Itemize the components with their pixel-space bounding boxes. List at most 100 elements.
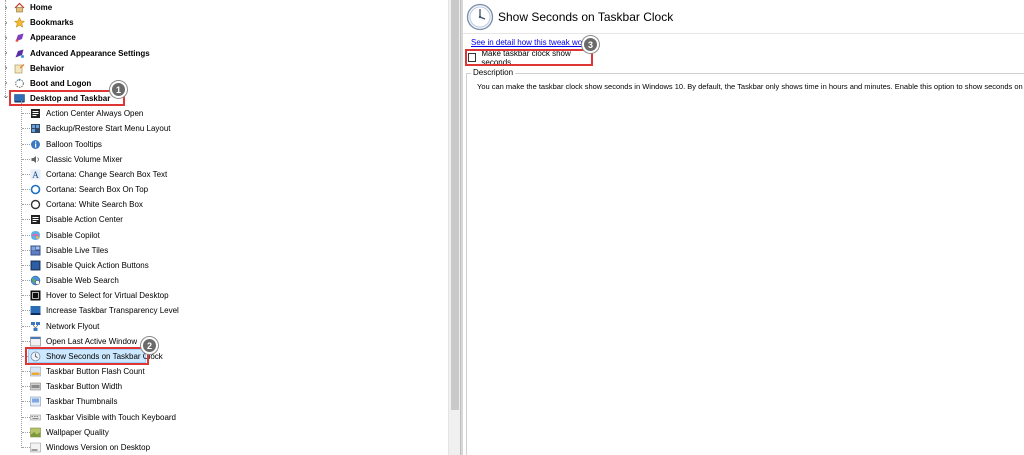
tree-branch [22, 431, 30, 433]
tree-item-disable-quick-action-buttons[interactable]: Disable Quick Action Buttons [30, 258, 149, 273]
cortana-ring-icon [30, 184, 41, 195]
category-label: Advanced Appearance Settings [30, 48, 150, 58]
behavior-icon [14, 63, 25, 74]
window-icon [30, 336, 41, 347]
tree-item-label: Windows Version on Desktop [46, 442, 151, 452]
tree-item-taskbar-button-width[interactable]: Taskbar Button Width [30, 379, 122, 394]
tree-item-label: Increase Taskbar Transparency Level [46, 306, 179, 316]
taskbar-icon [30, 305, 41, 316]
tree-branch [22, 189, 30, 191]
keyboard-icon [30, 412, 41, 423]
paint-icon [14, 32, 25, 43]
taskbar-flash-icon [30, 366, 41, 377]
tweak-detail-link[interactable]: See in detail how this tweak works [471, 38, 593, 47]
tree-item-disable-live-tiles[interactable]: Disable Live Tiles [30, 243, 108, 258]
tree-branch [22, 249, 30, 251]
category-expander-boot-and-logon[interactable]: › [2, 79, 10, 87]
category-label: Home [30, 3, 53, 12]
desktop-icon [14, 93, 25, 104]
tree-item-wallpaper-quality[interactable]: Wallpaper Quality [30, 425, 109, 440]
tree-item-classic-volume-mixer[interactable]: Classic Volume Mixer [30, 152, 122, 167]
category-expander-desktop-and-taskbar[interactable]: ⌄ [2, 92, 10, 100]
boot-icon [14, 78, 25, 89]
tree-item-label: Disable Copilot [46, 230, 100, 240]
show-seconds-label[interactable]: Make taskbar clock show seconds [481, 49, 592, 67]
category-expander-home[interactable]: › [2, 3, 10, 12]
speaker-icon [30, 154, 41, 165]
show-seconds-checkbox[interactable] [468, 53, 477, 62]
tree-branch [22, 446, 30, 448]
tree-item-cortana-white-search-box[interactable]: Cortana: White Search Box [30, 197, 143, 212]
windows-version-icon [30, 442, 41, 453]
tree-item-open-last-active-window[interactable]: Open Last Active Window [30, 334, 137, 349]
info-icon [30, 139, 41, 150]
tree-item-cortana-change-search-box-text[interactable]: A Cortana: Change Search Box Text [30, 167, 167, 182]
tree-item-label: Disable Action Center [46, 215, 123, 225]
tree-item-label: Balloon Tooltips [46, 139, 102, 149]
description-group [466, 73, 1024, 455]
tree-item-cortana-search-box-on-top[interactable]: Cortana: Search Box On Top [30, 182, 148, 197]
tree-item-disable-action-center[interactable]: Disable Action Center [30, 212, 123, 227]
tree-branch [22, 128, 30, 130]
category-expander-behavior[interactable]: › [2, 64, 10, 72]
tree-item-label: Taskbar Thumbnails [46, 397, 118, 407]
tree-item-taskbar-button-flash-count[interactable]: Taskbar Button Flash Count [30, 364, 145, 379]
category-label: Behavior [30, 63, 65, 73]
tree-branch [22, 113, 30, 115]
category-desktop-and-taskbar[interactable]: Desktop and Taskbar [14, 91, 110, 106]
wallpaper-icon [30, 427, 41, 438]
tree-branch [22, 310, 30, 312]
tree-branch [22, 340, 30, 342]
step-badge-2: 2 [141, 337, 158, 354]
category-expander-appearance[interactable]: › [2, 33, 10, 42]
tree-item-label: Disable Live Tiles [46, 245, 109, 255]
cortana-white-icon [30, 199, 41, 210]
category-appearance[interactable]: Appearance [14, 30, 76, 45]
category-label: Desktop and Taskbar [30, 94, 111, 104]
tree-item-windows-version-on-desktop[interactable]: Windows Version on Desktop [30, 440, 150, 455]
category-boot-and-logon[interactable]: Boot and Logon [14, 76, 91, 91]
tree-scrollbar[interactable] [448, 0, 460, 455]
tree-item-increase-taskbar-transparency-level[interactable]: Increase Taskbar Transparency Level [30, 303, 179, 318]
copilot-icon [30, 230, 41, 241]
paint-advanced-icon [14, 48, 25, 59]
description-heading: Description [471, 68, 516, 77]
detail-header: Show Seconds on Taskbar Clock [463, 0, 1024, 34]
category-label: Bookmarks [30, 18, 74, 28]
tree-item-taskbar-visible-with-touch-keyboard[interactable]: Taskbar Visible with Touch Keyboard [30, 410, 176, 425]
quick-action-icon [30, 260, 41, 271]
category-home[interactable]: Home [14, 0, 52, 15]
category-bookmarks[interactable]: Bookmarks [14, 15, 74, 30]
category-expander-bookmarks[interactable]: › [2, 18, 10, 27]
tree-branch [22, 264, 30, 266]
tree-branch [22, 158, 30, 160]
option-row[interactable]: Make taskbar clock show seconds [465, 49, 592, 67]
action-center-icon [30, 214, 41, 225]
thumbnails-icon [30, 396, 41, 407]
tree-item-taskbar-thumbnails[interactable]: Taskbar Thumbnails [30, 394, 117, 409]
tree-branch [22, 371, 30, 373]
tree-branch [22, 325, 30, 327]
tree-item-backup-restore-start-menu-layout[interactable]: Backup/Restore Start Menu Layout [30, 121, 171, 136]
tree-item-action-center-always-open[interactable]: Action Center Always Open [30, 106, 143, 121]
tree-item-label: Disable Web Search [46, 276, 119, 286]
tree-branch [22, 295, 30, 297]
category-advanced-appearance-settings[interactable]: Advanced Appearance Settings [14, 46, 150, 61]
tree-item-disable-web-search[interactable]: Disable Web Search [30, 273, 119, 288]
tree-item-label: Cortana: White Search Box [46, 200, 143, 210]
clock-icon [30, 351, 41, 362]
tree-item-disable-copilot[interactable]: Disable Copilot [30, 228, 100, 243]
tiles-icon [30, 245, 41, 256]
action-center-icon [30, 108, 41, 119]
tree-item-label: Backup/Restore Start Menu Layout [46, 124, 171, 134]
tree-item-balloon-tooltips[interactable]: Balloon Tooltips [30, 137, 102, 152]
tree-scroll-thumb[interactable] [451, 0, 459, 410]
detail-pane: Show Seconds on Taskbar Clock See in det… [463, 0, 1024, 455]
tree-branch [22, 204, 30, 206]
category-expander-advanced-appearance-settings[interactable]: › [2, 49, 10, 57]
tree-item-hover-to-select-for-virtual-desktop[interactable]: Hover to Select for Virtual Desktop [30, 288, 169, 303]
tree-item-label: Classic Volume Mixer [46, 154, 123, 164]
tree-item-label: Disable Quick Action Buttons [46, 260, 149, 270]
tree-item-network-flyout[interactable]: Network Flyout [30, 319, 99, 334]
category-behavior[interactable]: Behavior [14, 61, 64, 76]
